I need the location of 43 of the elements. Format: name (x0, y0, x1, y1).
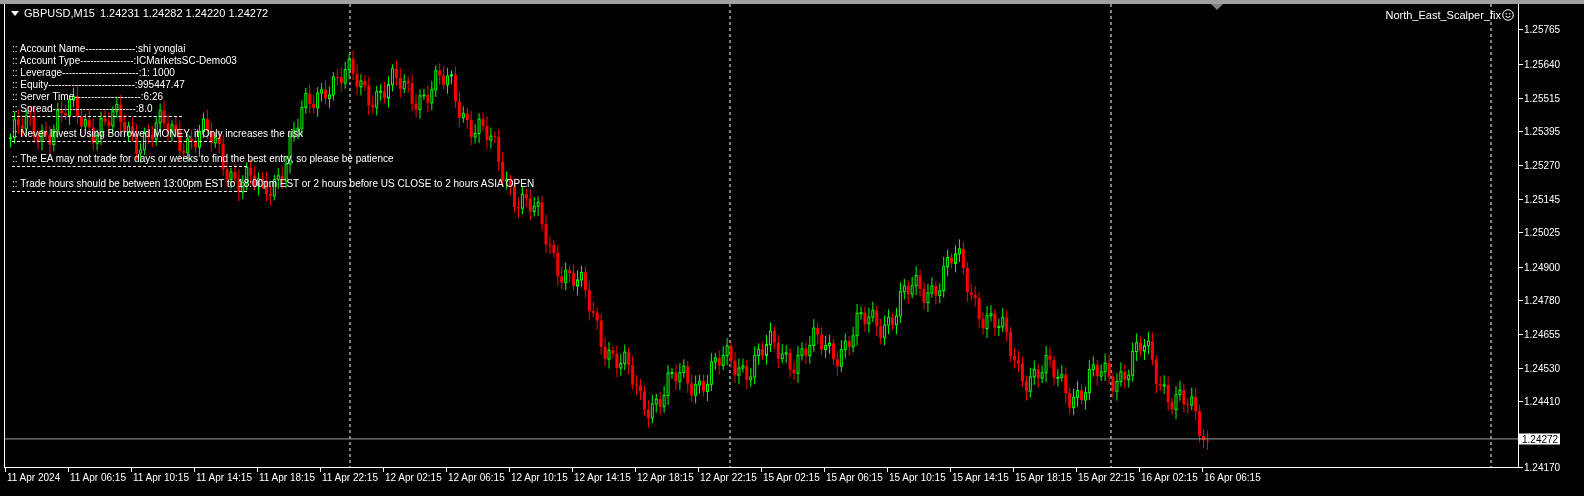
account-info-line: :: Leverage-----------------------:1: 1000 (12, 67, 175, 79)
time-label: 15 Apr 22:15 (1078, 472, 1135, 483)
price-label: 1.25395 (1524, 125, 1561, 137)
time-label: 12 Apr 02:15 (385, 472, 442, 483)
time-label: 15 Apr 10:15 (889, 472, 946, 483)
time-label: 15 Apr 06:15 (826, 472, 883, 483)
account-info-line: :: Account Name---------------:shi yonglai (12, 43, 186, 55)
price-label: 1.24530 (1524, 362, 1561, 374)
price-label: 1.25145 (1524, 193, 1561, 205)
time-label: 12 Apr 06:15 (448, 472, 505, 483)
price-label: 1.24900 (1524, 261, 1561, 273)
time-label: 11 Apr 10:15 (133, 472, 189, 483)
account-info-line: :: Account Type----------------:ICMarketsSC-Demo03 (12, 55, 237, 67)
smiley-icon[interactable] (1502, 9, 1514, 21)
time-label: 16 Apr 06:15 (1204, 472, 1261, 483)
price-label: 1.25025 (1524, 226, 1561, 238)
price-label: 1.25270 (1524, 159, 1561, 171)
price-label: 1.24410 (1524, 395, 1561, 407)
time-label: 12 Apr 14:15 (574, 472, 631, 483)
chart-symbol: GBPUSD,M15 (24, 7, 95, 19)
ohlc-quote: 1.24231 1.24282 1.24220 1.24272 (99, 7, 269, 19)
price-label: 1.24655 (1524, 328, 1561, 340)
price-label: 1.25640 (1524, 58, 1561, 70)
price-label: 1.24780 (1524, 294, 1561, 305)
time-label: 15 Apr 02:15 (763, 472, 820, 483)
time-label: 12 Apr 22:15 (700, 472, 757, 483)
time-label: 15 Apr 14:15 (952, 472, 1009, 483)
time-label: 12 Apr 10:15 (511, 472, 568, 483)
expert-name: North_East_Scalper_fix (1385, 9, 1501, 21)
price-label: 1.25765 (1524, 23, 1561, 35)
time-label: 16 Apr 02:15 (1141, 472, 1198, 483)
time-label: 15 Apr 18:15 (1015, 472, 1072, 483)
time-label: 11 Apr 22:15 (322, 472, 378, 483)
time-label: 11 Apr 2024 (7, 472, 61, 483)
current-price-tag: 1.24272 (1519, 433, 1561, 445)
account-info-line: :: Equity--------------------------:995447.47 (12, 79, 185, 91)
time-label: 11 Apr 06:15 (70, 472, 126, 483)
price-label: 1.25515 (1524, 92, 1561, 104)
time-label: 11 Apr 14:15 (196, 472, 252, 483)
time-label: 11 Apr 18:15 (259, 472, 315, 483)
time-label: 12 Apr 18:15 (637, 472, 694, 483)
price-label: 1.24170 (1524, 461, 1561, 473)
dropdown-icon[interactable] (11, 10, 19, 16)
